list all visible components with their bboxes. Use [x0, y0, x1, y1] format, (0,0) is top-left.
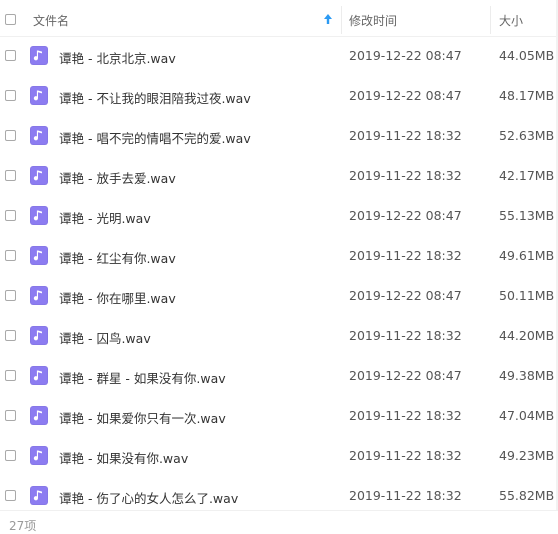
- file-modified-date: 2019-12-22 08:47: [349, 88, 462, 103]
- file-row[interactable]: 谭艳 - 放手去爱.wav 2019-11-22 18:32 42.17MB: [0, 156, 558, 196]
- file-size: 49.38MB: [499, 368, 555, 383]
- row-checkbox[interactable]: [5, 410, 16, 421]
- file-size: 55.13MB: [499, 208, 555, 223]
- file-row[interactable]: 谭艳 - 囚鸟.wav 2019-11-22 18:32 44.20MB: [0, 316, 558, 356]
- item-count: 27项: [9, 519, 37, 533]
- list-footer: 27项: [0, 510, 558, 534]
- audio-file-icon: [30, 46, 48, 65]
- sort-ascending-arrow-icon[interactable]: [323, 13, 333, 25]
- file-name[interactable]: 谭艳 - 如果没有你.wav: [59, 448, 188, 467]
- file-size: 52.63MB: [499, 128, 555, 143]
- row-checkbox[interactable]: [5, 90, 16, 101]
- audio-file-icon: [30, 126, 48, 145]
- audio-file-icon: [30, 446, 48, 465]
- row-checkbox[interactable]: [5, 130, 16, 141]
- file-modified-date: 2019-11-22 18:32: [349, 248, 462, 263]
- audio-file-icon: [30, 406, 48, 425]
- file-size: 42.17MB: [499, 168, 555, 183]
- file-name[interactable]: 谭艳 - 红尘有你.wav: [59, 248, 176, 267]
- file-size: 47.04MB: [499, 408, 555, 423]
- audio-file-icon: [30, 206, 48, 225]
- row-checkbox[interactable]: [5, 370, 16, 381]
- file-modified-date: 2019-11-22 18:32: [349, 328, 462, 343]
- list-header: 文件名 修改时间 大小: [0, 0, 558, 37]
- file-name[interactable]: 谭艳 - 如果爱你只有一次.wav: [59, 408, 226, 427]
- file-name[interactable]: 谭艳 - 你在哪里.wav: [59, 288, 176, 307]
- file-list: 文件名 修改时间 大小 谭艳 - 北京北京.wav 2019-12-22 08:4…: [0, 0, 558, 534]
- file-size: 49.23MB: [499, 448, 555, 463]
- file-name[interactable]: 谭艳 - 放手去爱.wav: [59, 168, 176, 187]
- file-size: 44.20MB: [499, 328, 555, 343]
- file-modified-date: 2019-11-22 18:32: [349, 168, 462, 183]
- column-header-size[interactable]: 大小: [499, 12, 523, 29]
- file-modified-date: 2019-12-22 08:47: [349, 208, 462, 223]
- row-checkbox[interactable]: [5, 490, 16, 501]
- file-size: 49.61MB: [499, 248, 555, 263]
- audio-file-icon: [30, 86, 48, 105]
- file-name[interactable]: 谭艳 - 伤了心的女人怎么了.wav: [59, 488, 238, 507]
- row-checkbox[interactable]: [5, 170, 16, 181]
- file-row[interactable]: 谭艳 - 你在哪里.wav 2019-12-22 08:47 50.11MB: [0, 276, 558, 316]
- row-checkbox[interactable]: [5, 50, 16, 61]
- file-row[interactable]: 谭艳 - 唱不完的情唱不完的爱.wav 2019-11-22 18:32 52.63…: [0, 116, 558, 156]
- file-rows: 谭艳 - 北京北京.wav 2019-12-22 08:47 44.05MB 谭艳 -…: [0, 36, 558, 516]
- file-row[interactable]: 谭艳 - 如果没有你.wav 2019-11-22 18:32 49.23MB: [0, 436, 558, 476]
- column-divider[interactable]: [490, 6, 491, 34]
- file-name[interactable]: 谭艳 - 唱不完的情唱不完的爱.wav: [59, 128, 251, 147]
- file-modified-date: 2019-12-22 08:47: [349, 368, 462, 383]
- file-name[interactable]: 谭艳 - 不让我的眼泪陪我过夜.wav: [59, 88, 251, 107]
- audio-file-icon: [30, 486, 48, 505]
- file-name[interactable]: 谭艳 - 群星 - 如果没有你.wav: [59, 368, 226, 387]
- file-row[interactable]: 谭艳 - 群星 - 如果没有你.wav 2019-12-22 08:47 49.38…: [0, 356, 558, 396]
- column-header-date[interactable]: 修改时间: [349, 12, 397, 29]
- file-row[interactable]: 谭艳 - 不让我的眼泪陪我过夜.wav 2019-12-22 08:47 48.17…: [0, 76, 558, 116]
- file-modified-date: 2019-11-22 18:32: [349, 448, 462, 463]
- file-size: 50.11MB: [499, 288, 555, 303]
- file-modified-date: 2019-11-22 18:32: [349, 408, 462, 423]
- file-name[interactable]: 谭艳 - 囚鸟.wav: [59, 328, 151, 347]
- file-row[interactable]: 谭艳 - 如果爱你只有一次.wav 2019-11-22 18:32 47.04MB: [0, 396, 558, 436]
- audio-file-icon: [30, 166, 48, 185]
- file-row[interactable]: 谭艳 - 红尘有你.wav 2019-11-22 18:32 49.61MB: [0, 236, 558, 276]
- file-modified-date: 2019-11-22 18:32: [349, 488, 462, 503]
- file-modified-date: 2019-12-22 08:47: [349, 288, 462, 303]
- audio-file-icon: [30, 246, 48, 265]
- file-size: 48.17MB: [499, 88, 555, 103]
- file-row[interactable]: 谭艳 - 北京北京.wav 2019-12-22 08:47 44.05MB: [0, 36, 558, 76]
- audio-file-icon: [30, 326, 48, 345]
- row-checkbox[interactable]: [5, 330, 16, 341]
- file-size: 55.82MB: [499, 488, 555, 503]
- row-checkbox[interactable]: [5, 250, 16, 261]
- file-name[interactable]: 谭艳 - 北京北京.wav: [59, 48, 176, 67]
- column-header-name[interactable]: 文件名: [33, 12, 69, 29]
- file-modified-date: 2019-12-22 08:47: [349, 48, 462, 63]
- row-checkbox[interactable]: [5, 290, 16, 301]
- file-size: 44.05MB: [499, 48, 555, 63]
- row-checkbox[interactable]: [5, 210, 16, 221]
- file-modified-date: 2019-11-22 18:32: [349, 128, 462, 143]
- select-all-checkbox[interactable]: [5, 14, 16, 25]
- file-name[interactable]: 谭艳 - 光明.wav: [59, 208, 151, 227]
- row-checkbox[interactable]: [5, 450, 16, 461]
- audio-file-icon: [30, 286, 48, 305]
- column-divider[interactable]: [341, 6, 342, 34]
- audio-file-icon: [30, 366, 48, 385]
- file-row[interactable]: 谭艳 - 光明.wav 2019-12-22 08:47 55.13MB: [0, 196, 558, 236]
